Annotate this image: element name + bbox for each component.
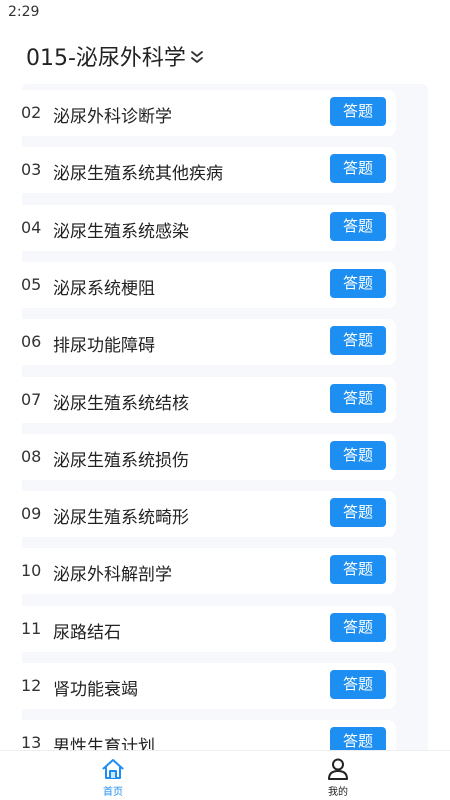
chapter-title: 泌尿生殖系统损伤: [53, 450, 189, 471]
header: 015-泌尿外科学: [0, 26, 450, 84]
chapter-title: 泌尿系统梗阻: [53, 278, 155, 299]
chapter-title: 排尿功能障碍: [53, 336, 155, 357]
chapter-row[interactable]: 08 泌尿生殖系统损伤 答题: [12, 433, 396, 480]
chapter-title: 泌尿生殖系统畸形: [53, 508, 189, 529]
chapter-number: 10: [21, 561, 42, 581]
answer-button[interactable]: 答题: [330, 383, 386, 413]
tab-home-label: 首页: [103, 787, 123, 798]
chapter-title: 泌尿生殖系统其他疾病: [53, 164, 223, 185]
chapter-title: 尿路结石: [53, 622, 121, 643]
answer-button[interactable]: 答题: [330, 268, 386, 298]
chapter-number: 08: [21, 446, 42, 466]
chapter-number: 04: [21, 217, 42, 237]
tab-bar: 首页 我的: [0, 750, 450, 800]
chapter-number: 11: [21, 618, 42, 638]
answer-button[interactable]: 答题: [330, 326, 386, 356]
answer-button[interactable]: 答题: [330, 612, 386, 642]
chapter-row[interactable]: 12 肾功能衰竭 答题: [12, 663, 396, 709]
chapter-number: 02: [21, 103, 42, 122]
answer-button[interactable]: 答题: [330, 670, 386, 699]
chapter-row[interactable]: 13 男性生育计划 答题: [12, 720, 396, 750]
answer-button[interactable]: 答题: [330, 498, 386, 528]
chapter-number: 06: [21, 332, 42, 352]
chapter-title: 泌尿生殖系统感染: [53, 221, 189, 242]
chapter-row[interactable]: 02 泌尿外科诊断学 答题: [12, 90, 396, 136]
chapter-row[interactable]: 10 泌尿外科解剖学 答题: [12, 548, 396, 595]
answer-button[interactable]: 答题: [330, 154, 386, 184]
user-icon: [328, 758, 348, 780]
chapter-number: 05: [21, 274, 42, 294]
status-bar: 2:29: [0, 0, 450, 26]
chapter-row[interactable]: 07 泌尿生殖系统结核 答题: [12, 376, 396, 423]
chapter-title: 泌尿外科解剖学: [53, 565, 172, 586]
chapter-title: 男性生育计划: [53, 737, 155, 750]
tab-home[interactable]: 首页: [73, 751, 153, 800]
chapter-row[interactable]: 03 泌尿生殖系统其他疾病 答题: [12, 147, 396, 194]
chevron-down-icon[interactable]: [188, 48, 206, 66]
chapter-number: 09: [21, 504, 42, 524]
chapter-number: 07: [21, 389, 42, 409]
subject-title[interactable]: 015-泌尿外科学: [26, 40, 186, 72]
answer-button[interactable]: 答题: [330, 555, 386, 585]
chapter-title: 泌尿外科诊断学: [53, 107, 172, 127]
chapter-number: 12: [21, 676, 42, 695]
chapter-number: 03: [21, 160, 42, 180]
answer-button[interactable]: 答题: [330, 211, 386, 241]
status-time: 2:29: [8, 4, 40, 20]
answer-button[interactable]: 答题: [330, 440, 386, 470]
chapter-title: 肾功能衰竭: [53, 680, 138, 700]
chapter-list-area[interactable]: 02 泌尿外科诊断学 答题 03 泌尿生殖系统其他疾病 答题 04 泌尿生殖系统感染 答题 05 泌…: [0, 84, 450, 750]
chapter-row[interactable]: 05 泌尿系统梗阻 答题: [12, 261, 396, 308]
chapter-number: 13: [21, 733, 42, 750]
answer-button[interactable]: 答题: [330, 727, 386, 750]
tab-mine-label: 我的: [328, 787, 348, 798]
home-icon: [102, 759, 124, 779]
chapter-row[interactable]: 04 泌尿生殖系统感染 答题: [12, 204, 396, 251]
answer-button[interactable]: 答题: [330, 97, 386, 126]
chapter-row[interactable]: 06 排尿功能障碍 答题: [12, 319, 396, 366]
chapter-row[interactable]: 11 尿路结石 答题: [12, 605, 396, 652]
chapter-title: 泌尿生殖系统结核: [53, 393, 189, 414]
chapter-row[interactable]: 09 泌尿生殖系统畸形 答题: [12, 491, 396, 538]
tab-mine[interactable]: 我的: [298, 751, 378, 800]
